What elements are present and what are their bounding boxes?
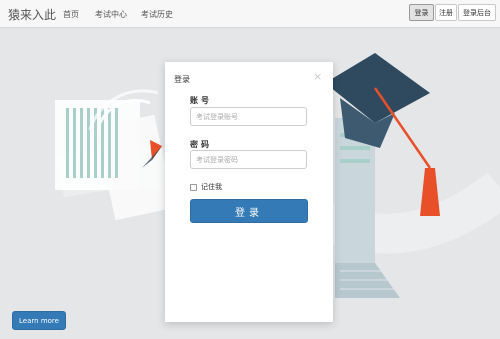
password-input[interactable] (190, 150, 307, 169)
header-register-button[interactable]: 注册 (435, 4, 457, 21)
remember-label: 记住我 (201, 183, 222, 191)
brand-logo-text[interactable]: 猿来入此 (8, 6, 56, 23)
modal-title: 登录 (174, 75, 190, 84)
password-label: 密码 (190, 140, 212, 149)
login-modal: 登录 × 账号 密码 记住我 登录 (165, 62, 333, 322)
learn-more-button[interactable]: Learn more (12, 311, 66, 330)
remember-checkbox[interactable] (190, 183, 197, 191)
top-navbar: 猿来入此 首页 考试中心 考试历史 登录 注册 登录后台 (0, 0, 500, 28)
account-input[interactable] (190, 107, 307, 126)
header-admin-login-button[interactable]: 登录后台 (458, 4, 496, 21)
nav-exam-center[interactable]: 考试中心 (95, 9, 127, 20)
header-login-button[interactable]: 登录 (409, 4, 434, 21)
remember-me[interactable]: 记住我 (190, 182, 222, 192)
account-label: 账号 (190, 96, 212, 105)
nav-exam-history[interactable]: 考试历史 (141, 9, 173, 20)
nav-home[interactable]: 首页 (63, 9, 79, 20)
login-submit-button[interactable]: 登录 (190, 199, 308, 223)
close-icon[interactable]: × (313, 70, 322, 83)
